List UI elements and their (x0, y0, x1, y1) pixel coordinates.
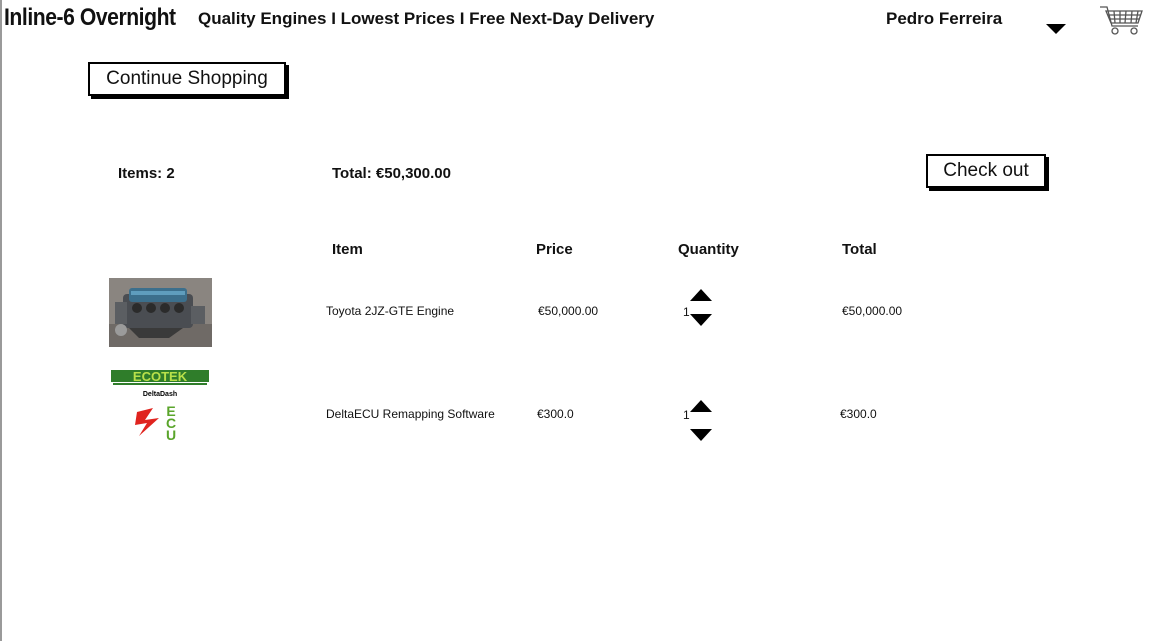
cart-item-price: €300.0 (537, 407, 574, 421)
cart-total: Total: €50,300.00 (332, 165, 451, 182)
checkout-button[interactable]: Check out (926, 154, 1046, 188)
tagline: Quality Engines I Lowest Prices I Free N… (198, 9, 655, 28)
brand-logo[interactable]: Inline-6 Overnight (4, 4, 176, 32)
cart-item-name[interactable]: Toyota 2JZ-GTE Engine (326, 304, 454, 318)
column-header-price: Price (536, 241, 573, 258)
column-header-quantity: Quantity (678, 241, 739, 258)
items-count: Items: 2 (118, 165, 175, 182)
arrow-down-icon[interactable] (689, 428, 713, 442)
ecu-logo-sub-text: DeltaDash (143, 391, 177, 398)
cart-item-price: €50,000.00 (538, 304, 599, 318)
ecu-software-product-image[interactable]: ECOTEK DeltaDash E C U (109, 368, 211, 442)
arrow-up-icon[interactable] (689, 399, 713, 413)
cart-item-total: €300.0 (840, 407, 877, 421)
engine-product-image[interactable] (109, 278, 212, 347)
window-left-edge (0, 0, 2, 641)
column-header-total: Total (842, 241, 877, 258)
user-name[interactable]: Pedro Ferreira (886, 9, 1002, 29)
caret-down-icon[interactable] (1044, 20, 1068, 36)
cart-item-total: €50,000.00 (842, 304, 903, 318)
arrow-up-icon[interactable] (689, 288, 713, 302)
shopping-cart-icon[interactable] (1098, 4, 1144, 36)
ecu-logo-top-text: ECOTEK (133, 369, 188, 384)
arrow-down-icon[interactable] (689, 313, 713, 327)
cart-item-name[interactable]: DeltaECU Remapping Software (326, 407, 495, 421)
continue-shopping-button[interactable]: Continue Shopping (88, 62, 286, 96)
svg-text:U: U (166, 427, 176, 442)
column-header-item: Item (332, 241, 363, 258)
